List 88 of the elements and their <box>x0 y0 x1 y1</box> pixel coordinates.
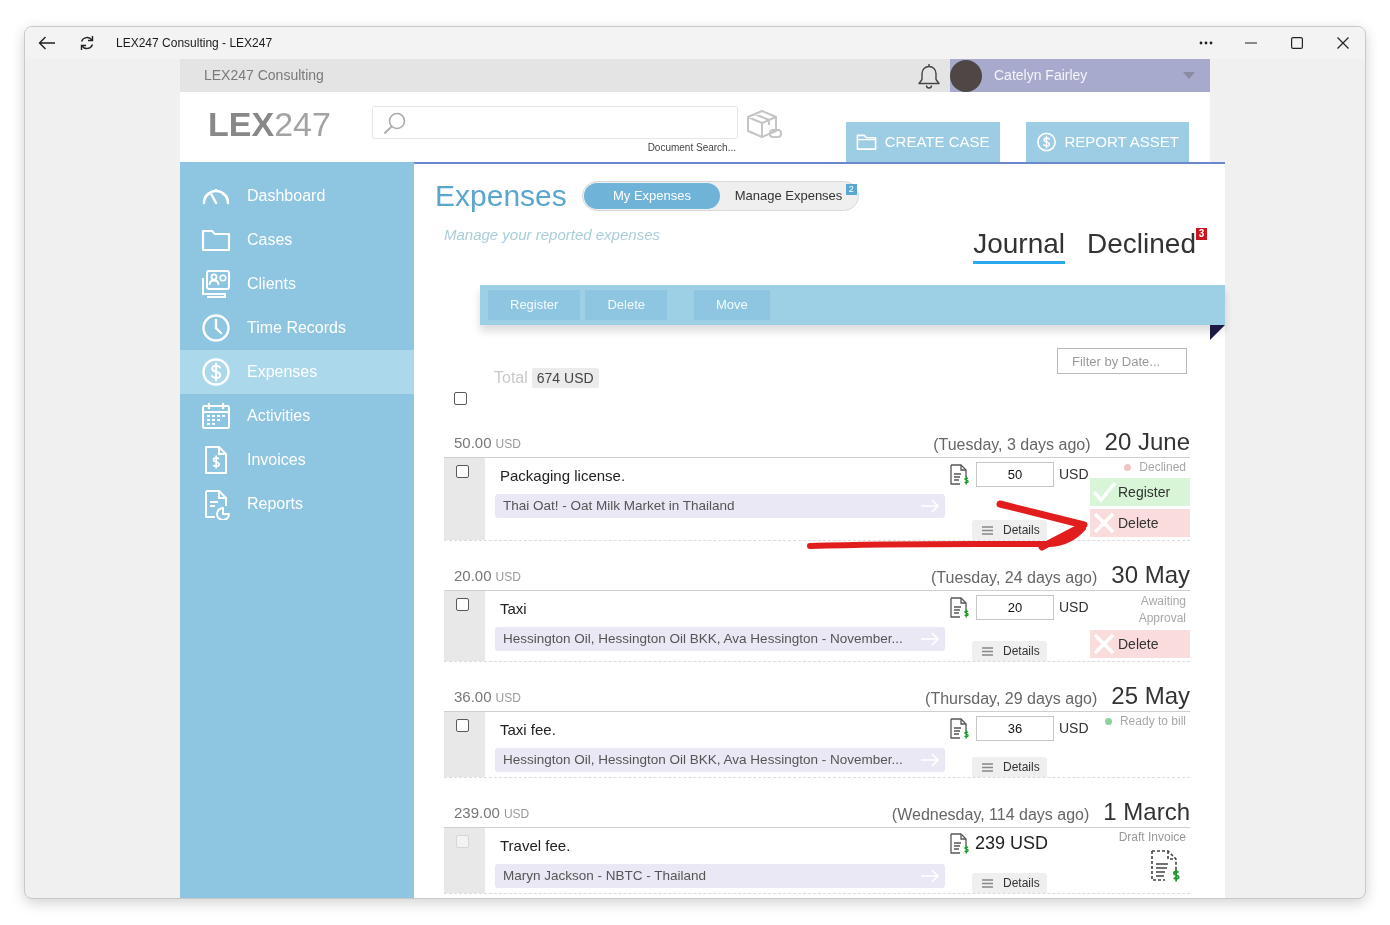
more-dots-icon <box>1198 41 1213 45</box>
expense-description: Travel fee. <box>499 836 571 856</box>
expense-weekday: (Tuesday, 3 days ago) <box>933 435 1091 455</box>
total-value: 674 USD <box>531 368 599 388</box>
currency-label: USD <box>495 435 521 453</box>
search-field[interactable] <box>372 106 738 139</box>
expense-weekday: (Thursday, 29 days ago) <box>925 689 1098 709</box>
company-name: LEX247 Consulting <box>204 66 324 85</box>
date-filter-field[interactable]: Filter by Date... <box>1057 348 1187 374</box>
amount-input[interactable]: 36 <box>976 716 1054 741</box>
checkbox[interactable] <box>456 719 469 732</box>
checkbox[interactable] <box>456 598 469 611</box>
toggle-option[interactable]: Manage Expenses 2 <box>720 183 857 209</box>
list-icon <box>982 646 993 656</box>
currency-label: USD <box>503 805 530 823</box>
maximize-icon <box>1291 37 1303 49</box>
currency-label: USD <box>1059 598 1089 617</box>
tab[interactable]: Declined <box>1087 228 1196 264</box>
expense-description: Taxi fee. <box>499 720 556 740</box>
status-label: Awaiting Approval <box>1137 593 1187 627</box>
receipt-icon <box>950 464 969 485</box>
search-caption: Document Search... <box>647 142 736 154</box>
status-label: Ready to bill <box>1119 714 1186 729</box>
cross-icon <box>1092 632 1116 656</box>
dollar-icon <box>200 356 232 388</box>
expense-date: 1 March <box>1103 798 1190 826</box>
fold-corner-icon <box>1210 325 1225 340</box>
list-icon <box>982 525 993 535</box>
contact-card-icon <box>200 268 232 300</box>
logo: LEX247 <box>208 106 332 142</box>
details-button[interactable]: Details <box>972 757 1047 777</box>
expense-date: 30 May <box>1111 561 1190 589</box>
back-arrow-icon <box>38 36 56 50</box>
delete-button[interactable]: Delete <box>1090 509 1190 537</box>
checkbox[interactable] <box>456 465 469 478</box>
matter-link[interactable]: Thai Oat! - Oat Milk Market in Thailand <box>495 494 945 518</box>
expense-total: 239 USD <box>975 832 1049 854</box>
minimize-icon <box>1245 42 1257 44</box>
bell-icon[interactable] <box>917 62 941 89</box>
expense-amount: 50.00 <box>454 432 492 453</box>
amount-input[interactable]: 20 <box>976 595 1054 620</box>
avatar <box>950 59 982 92</box>
currency-label: USD <box>1059 465 1089 484</box>
expense-date: 20 June <box>1104 428 1190 456</box>
currency-label: USD <box>495 568 521 586</box>
list-icon <box>982 762 993 772</box>
folder-icon <box>855 132 877 152</box>
dollar-icon <box>1035 132 1057 152</box>
window-title: LEX247 Consulting - LEX247 <box>116 35 273 52</box>
currency-label: USD <box>1059 719 1089 738</box>
expense-date: 25 May <box>1111 682 1190 710</box>
receipt-icon <box>950 832 969 854</box>
expense-weekday: (Wednesday, 114 days ago) <box>891 805 1090 825</box>
tab[interactable]: Journal <box>973 228 1066 264</box>
close-icon <box>1336 37 1349 49</box>
status-label: Draft Invoice <box>1118 830 1187 845</box>
count-badge: 3 <box>1196 228 1207 240</box>
matter-link[interactable]: Hessington Oil, Hessington Oil BKK, Ava Hessington - November... <box>495 748 945 772</box>
details-button[interactable]: Details <box>972 641 1047 661</box>
receipt-icon <box>950 718 969 739</box>
invoice-draft-icon <box>1150 850 1180 882</box>
expense-weekday: (Tuesday, 24 days ago) <box>931 568 1098 588</box>
expense-amount: 239.00 <box>454 802 500 823</box>
currency-label: USD <box>495 689 521 707</box>
list-icon <box>982 878 993 888</box>
amount-input[interactable]: 50 <box>976 462 1054 487</box>
calendar-icon <box>200 400 232 432</box>
page-subtitle: Manage your reported expenses <box>444 226 660 244</box>
search-icon <box>383 110 407 135</box>
status-label: Declined <box>1139 460 1186 475</box>
package-icon <box>744 108 782 140</box>
cross-icon <box>1092 511 1116 535</box>
expense-description: Taxi <box>499 599 527 619</box>
expense-amount: 36.00 <box>454 686 492 707</box>
register-button[interactable]: Register <box>1090 478 1190 506</box>
check-icon <box>1092 480 1116 504</box>
delete-button[interactable]: Delete <box>1090 630 1190 658</box>
checkbox[interactable] <box>454 392 467 405</box>
expense-amount: 20.00 <box>454 565 492 586</box>
receipt-icon <box>950 597 969 618</box>
refresh-icon <box>79 34 95 52</box>
expense-description: Packaging license. <box>499 466 626 486</box>
page-title: Expenses <box>435 178 567 214</box>
details-button[interactable]: Details <box>972 520 1047 540</box>
caret-icon <box>1183 72 1195 79</box>
count-badge: 2 <box>845 184 857 195</box>
matter-link[interactable]: Hessington Oil, Hessington Oil BKK, Ava Hessington - November... <box>495 627 945 651</box>
clock-icon <box>200 312 232 344</box>
